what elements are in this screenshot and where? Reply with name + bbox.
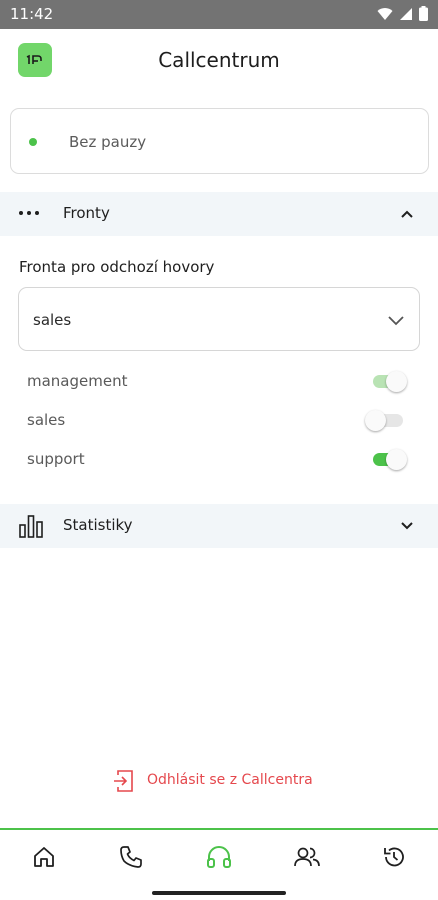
status-bar: 11:42 bbox=[0, 0, 438, 29]
logout-label: Odhlásit se z Callcentra bbox=[147, 772, 313, 788]
queue-row: management bbox=[0, 362, 438, 400]
queue-row: sales bbox=[0, 401, 438, 439]
phone-icon bbox=[119, 845, 143, 873]
chevron-up-icon bbox=[400, 206, 414, 225]
nav-home[interactable] bbox=[29, 844, 59, 874]
queue-label: management bbox=[27, 372, 128, 390]
status-icons bbox=[377, 6, 428, 25]
wifi-icon bbox=[377, 6, 393, 25]
outgoing-queue-label: Fronta pro odchozí hovory bbox=[19, 258, 215, 276]
more-dots-icon bbox=[18, 202, 40, 228]
contacts-icon bbox=[293, 845, 321, 873]
nav-history[interactable] bbox=[379, 844, 409, 874]
pause-status-label: Bez pauzy bbox=[69, 133, 147, 151]
pause-status-selector[interactable]: Bez pauzy bbox=[10, 108, 429, 174]
queues-section-header[interactable]: Fronty bbox=[0, 192, 438, 236]
outgoing-queue-select[interactable]: sales bbox=[18, 287, 420, 351]
queue-toggle-management[interactable] bbox=[371, 370, 409, 394]
chevron-down-icon bbox=[387, 312, 405, 331]
app-bar: Callcentrum bbox=[0, 29, 438, 93]
pause-status-dot bbox=[29, 138, 37, 146]
battery-icon bbox=[419, 6, 428, 25]
nav-calls[interactable] bbox=[116, 844, 146, 874]
chevron-down-icon bbox=[400, 518, 414, 537]
queue-label: sales bbox=[27, 411, 66, 429]
signal-icon bbox=[399, 6, 413, 25]
statistics-section-header[interactable]: Statistiky bbox=[0, 504, 438, 548]
nav-contacts[interactable] bbox=[292, 844, 322, 874]
home-indicator bbox=[0, 886, 438, 900]
history-icon bbox=[382, 845, 406, 873]
queues-section-title: Fronty bbox=[63, 204, 110, 222]
outgoing-queue-value: sales bbox=[33, 311, 72, 329]
queue-label: support bbox=[27, 450, 85, 468]
bar-chart-icon bbox=[18, 513, 44, 543]
statistics-section-title: Statistiky bbox=[63, 516, 133, 534]
nav-callcenter[interactable] bbox=[204, 844, 234, 874]
queue-toggle-support[interactable] bbox=[371, 448, 409, 472]
status-time: 11:42 bbox=[10, 5, 54, 23]
bottom-navigation bbox=[0, 828, 438, 886]
page-title: Callcentrum bbox=[158, 48, 280, 72]
queue-toggle-sales[interactable] bbox=[365, 409, 409, 433]
home-icon bbox=[32, 845, 56, 873]
headset-icon bbox=[206, 845, 232, 873]
logout-button[interactable]: Odhlásit se z Callcentra bbox=[0, 768, 438, 794]
logout-icon bbox=[113, 768, 135, 798]
queue-row: support bbox=[0, 440, 438, 478]
